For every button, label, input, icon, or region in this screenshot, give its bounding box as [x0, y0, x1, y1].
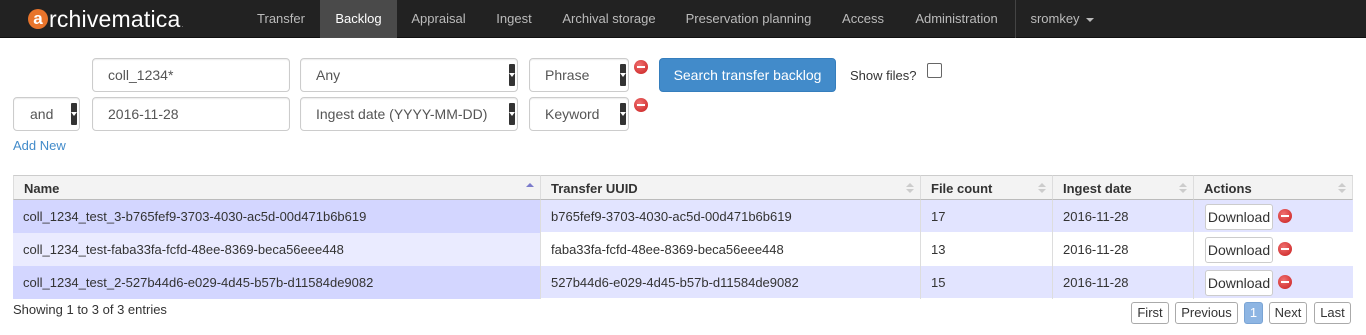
- search-type-select-1[interactable]: Phrase: [529, 58, 629, 92]
- remove-icon[interactable]: [1278, 275, 1292, 289]
- tab-archival-storage[interactable]: Archival storage: [548, 0, 670, 38]
- cell-ingest-date: 2016-11-28: [1053, 200, 1194, 233]
- tab-appraisal[interactable]: Appraisal: [397, 0, 480, 38]
- column-header-label: Name: [24, 181, 60, 196]
- column-header-file-count[interactable]: File count: [921, 175, 1053, 200]
- cell-transfer-uuid: faba33fa-fcfd-48ee-8369-beca56eee448: [541, 233, 921, 266]
- search-type-select-2[interactable]: Keyword: [529, 97, 629, 131]
- search-transfer-backlog-button[interactable]: Search transfer backlog: [659, 58, 836, 92]
- select-arrow-icon: [620, 103, 626, 125]
- cell-name: coll_1234_test_2-527b44d6-e029-4d45-b57b…: [13, 266, 541, 299]
- search-field-value-1: Any: [316, 67, 341, 83]
- sort-icon: [1038, 183, 1046, 194]
- remove-icon[interactable]: [1278, 209, 1292, 223]
- remove-row-icon-2[interactable]: [634, 98, 648, 112]
- table-row: coll_1234_test_3-b765fef9-3703-4030-ac5d…: [13, 200, 1353, 233]
- tab-backlog[interactable]: Backlog: [320, 0, 397, 38]
- search-type-value-1: Phrase: [545, 67, 590, 83]
- column-header-label: Ingest date: [1063, 181, 1132, 196]
- column-header-transfer-uuid[interactable]: Transfer UUID: [541, 175, 921, 200]
- table-row: coll_1234_test-faba33fa-fcfd-48ee-8369-b…: [13, 233, 1353, 266]
- sort-ascending-icon: [526, 183, 534, 194]
- column-header-label: Actions: [1204, 181, 1252, 196]
- cell-file-count: 15: [921, 266, 1053, 299]
- column-header-label: Transfer UUID: [551, 181, 638, 196]
- user-menu[interactable]: sromkey: [1016, 0, 1108, 38]
- cell-file-count: 17: [921, 200, 1053, 233]
- cell-ingest-date: 2016-11-28: [1053, 233, 1194, 266]
- select-arrow-icon: [620, 64, 626, 86]
- cell-transfer-uuid: b765fef9-3703-4030-ac5d-00d471b6b619: [541, 200, 921, 233]
- boolean-value-2: and: [30, 106, 54, 122]
- column-header-actions[interactable]: Actions: [1194, 175, 1353, 200]
- download-button[interactable]: Download: [1205, 270, 1273, 296]
- show-files-label: Show files?: [850, 68, 917, 83]
- table-info: Showing 1 to 3 of 3 entries: [13, 302, 167, 317]
- tab-ingest[interactable]: Ingest: [481, 0, 547, 38]
- search-type-value-2: Keyword: [545, 106, 600, 122]
- download-button[interactable]: Download: [1205, 237, 1273, 263]
- column-header-label: File count: [931, 181, 993, 196]
- select-arrow-icon: [509, 64, 515, 86]
- tab-transfer[interactable]: Transfer: [243, 0, 319, 38]
- brand-initial: a: [28, 9, 48, 29]
- cell-name: coll_1234_test_3-b765fef9-3703-4030-ac5d…: [13, 200, 541, 233]
- pagination-first-button[interactable]: First: [1131, 302, 1169, 324]
- pagination-previous-button[interactable]: Previous: [1175, 302, 1238, 324]
- caret-down-icon: [1085, 17, 1094, 22]
- brand-name: rchivematica: [49, 5, 181, 32]
- sort-icon: [1338, 183, 1346, 194]
- show-files-checkbox[interactable]: [927, 63, 942, 78]
- cell-file-count: 13: [921, 233, 1053, 266]
- search-query-input-1[interactable]: coll_1234*: [92, 58, 290, 92]
- search-query-input-2[interactable]: 2016-11-28: [92, 97, 290, 131]
- pagination-page-1[interactable]: 1: [1244, 302, 1263, 324]
- brand-mark: .: [181, 21, 184, 29]
- column-header-name[interactable]: Name: [13, 175, 541, 200]
- select-arrow-icon: [509, 103, 515, 125]
- cell-name: coll_1234_test-faba33fa-fcfd-48ee-8369-b…: [13, 233, 541, 266]
- archivematica-logo[interactable]: a rchivematica .: [28, 5, 183, 33]
- tab-preservation-planning[interactable]: Preservation planning: [671, 0, 826, 38]
- sort-icon: [1179, 183, 1187, 194]
- column-header-ingest-date[interactable]: Ingest date: [1053, 175, 1194, 200]
- remove-icon[interactable]: [1278, 242, 1292, 256]
- sort-icon: [906, 183, 914, 194]
- search-field-select-2[interactable]: Ingest date (YYYY-MM-DD): [300, 97, 518, 131]
- search-field-select-1[interactable]: Any: [300, 58, 518, 92]
- top-navbar: a rchivematica . Transfer Backlog Apprai…: [0, 0, 1366, 38]
- select-arrow-icon: [71, 103, 77, 125]
- remove-row-icon-1[interactable]: [634, 60, 648, 74]
- user-name: sromkey: [1030, 11, 1080, 26]
- table-row: coll_1234_test_2-527b44d6-e029-4d45-b57b…: [13, 266, 1353, 299]
- search-field-value-2: Ingest date (YYYY-MM-DD): [316, 106, 488, 122]
- tab-access[interactable]: Access: [827, 0, 899, 38]
- boolean-select-2[interactable]: and: [13, 97, 80, 131]
- pagination-next-button[interactable]: Next: [1269, 302, 1307, 324]
- cell-transfer-uuid: 527b44d6-e029-4d45-b57b-d11584de9082: [541, 266, 921, 299]
- tab-administration[interactable]: Administration: [900, 0, 1013, 38]
- cell-ingest-date: 2016-11-28: [1053, 266, 1194, 299]
- pagination-last-button[interactable]: Last: [1314, 302, 1351, 324]
- download-button[interactable]: Download: [1205, 204, 1273, 230]
- add-new-link[interactable]: Add New: [13, 138, 66, 153]
